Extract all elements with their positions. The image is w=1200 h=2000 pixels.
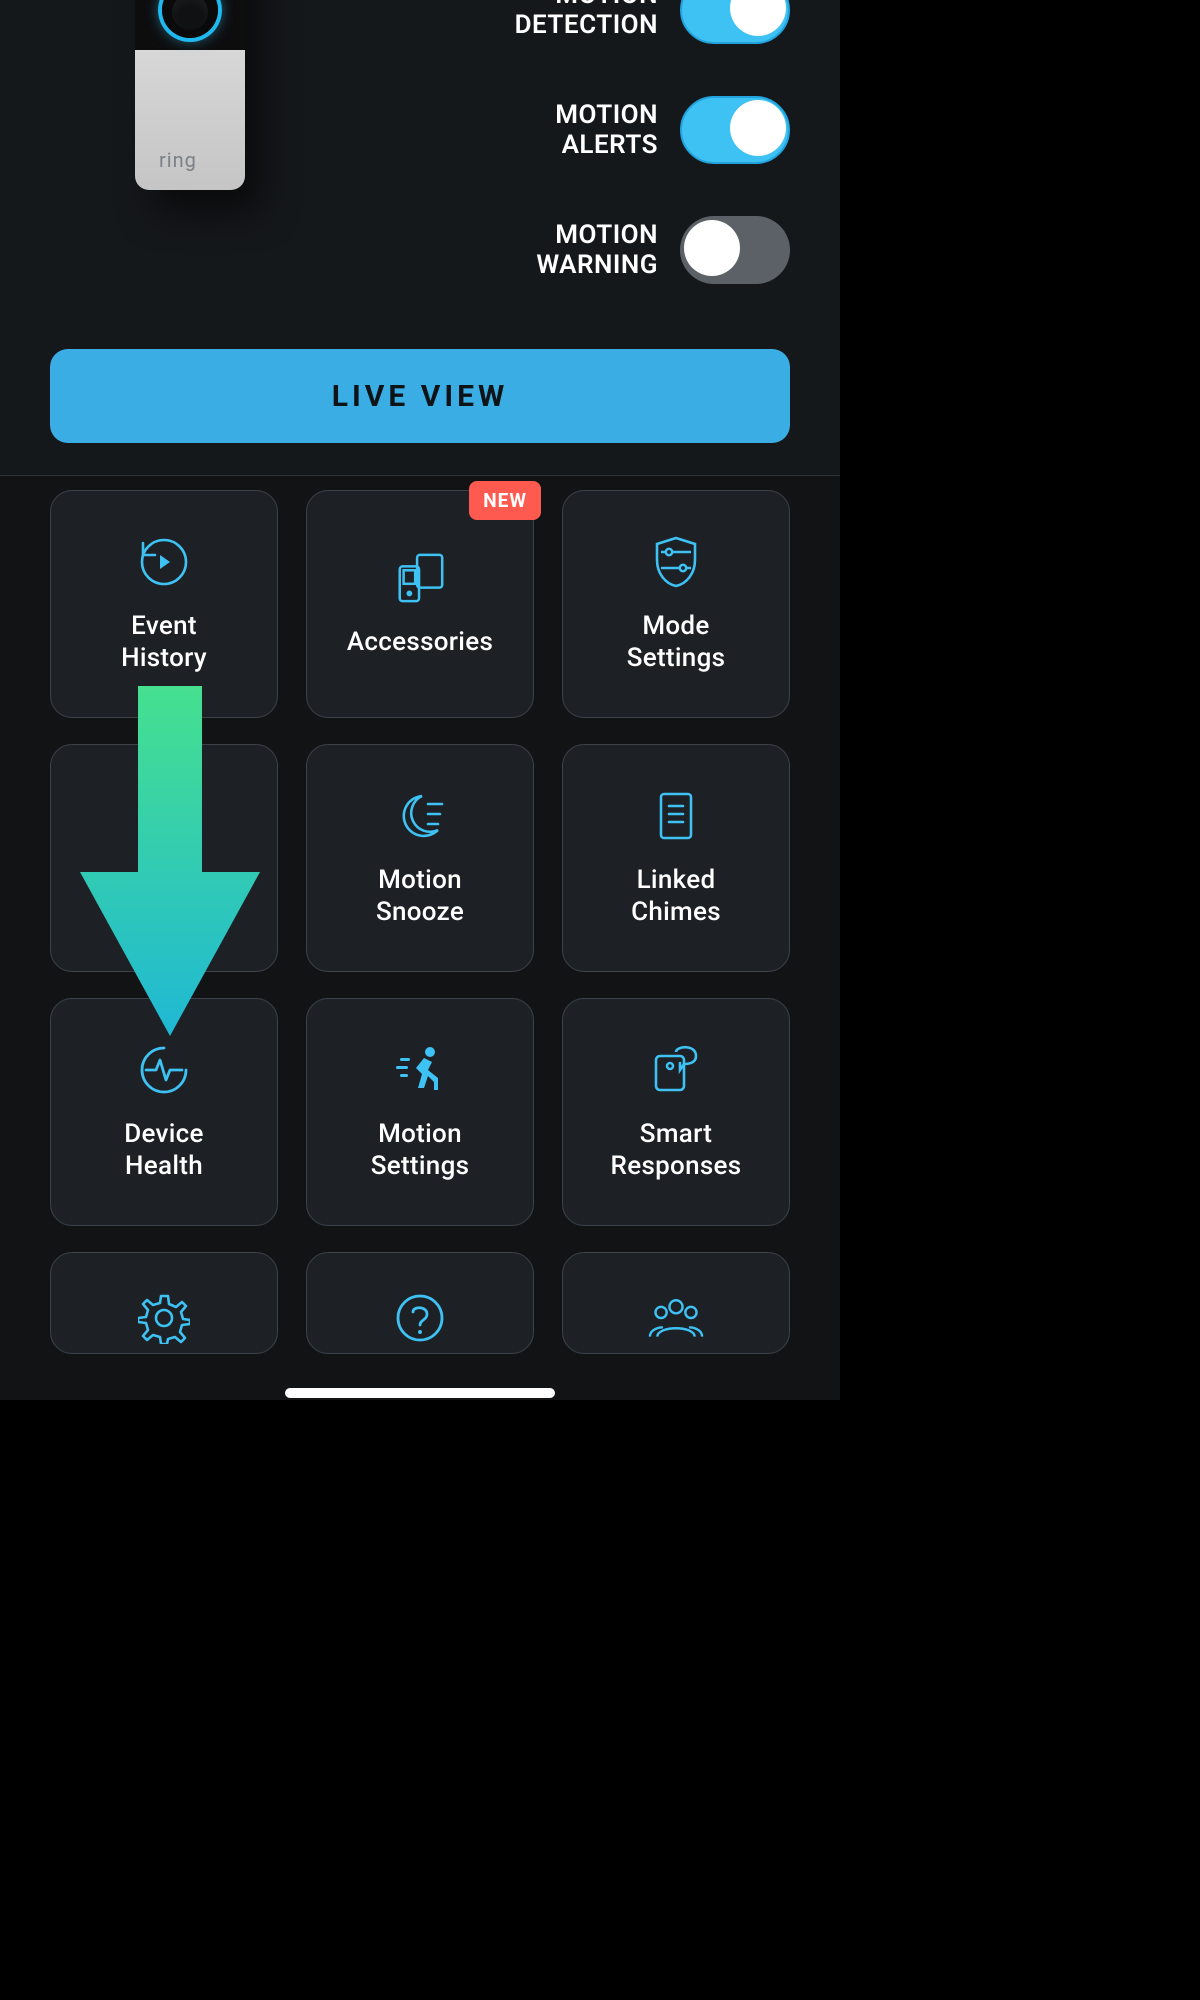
tile-help[interactable] <box>306 1252 534 1354</box>
live-view-button[interactable]: LIVE VIEW <box>50 349 790 443</box>
blank-icon <box>136 820 192 876</box>
toggle-label-line: MOTION <box>555 0 658 10</box>
tile-label: Accessories <box>347 626 493 658</box>
device-illustration: ring <box>110 0 280 200</box>
tile-label: EventHistory <box>121 610 207 674</box>
tiles-grid: EventHistory NEW Accessories <box>50 490 790 1400</box>
shield-icon <box>648 534 704 590</box>
toggle-knob <box>730 100 786 156</box>
tile-hidden[interactable] <box>50 744 278 972</box>
toggle-label: MOTION WARNING <box>536 220 658 280</box>
toggle-motion-detection[interactable] <box>680 0 790 44</box>
tile-smart-responses[interactable]: SmartResponses <box>562 998 790 1226</box>
tile-label: LinkedChimes <box>631 864 721 928</box>
history-icon <box>136 534 192 590</box>
home-indicator <box>285 1388 555 1398</box>
tile-label: DeviceHealth <box>124 1118 204 1182</box>
toggle-list: MOTION DETECTION MOTION ALERTS MOTION WA… <box>450 0 790 346</box>
toggle-motion-warning[interactable] <box>680 216 790 284</box>
toggle-label-line: WARNING <box>536 250 658 280</box>
tile-label: SmartResponses <box>611 1118 742 1182</box>
live-view-label: LIVE VIEW <box>332 379 508 414</box>
tile-shared-users[interactable] <box>562 1252 790 1354</box>
tile-event-history[interactable]: EventHistory <box>50 490 278 718</box>
toggle-label: MOTION DETECTION <box>515 0 658 40</box>
tile-motion-settings[interactable]: MotionSettings <box>306 998 534 1226</box>
help-icon <box>392 1290 448 1346</box>
device-header: ring MOTION DETECTION MOTION ALERTS <box>0 0 840 476</box>
toggle-row-motion-warning: MOTION WARNING <box>450 226 790 274</box>
devices-icon <box>392 550 448 606</box>
tile-label: MotionSettings <box>371 1118 470 1182</box>
toggle-label: MOTION ALERTS <box>555 100 658 160</box>
tile-label: MotionSnooze <box>376 864 464 928</box>
toggle-label-line: DETECTION <box>515 10 658 40</box>
tile-general[interactable] <box>50 1252 278 1354</box>
run-icon <box>392 1042 448 1098</box>
tile-accessories[interactable]: NEW Accessories <box>306 490 534 718</box>
toggle-row-motion-alerts: MOTION ALERTS <box>450 106 790 154</box>
tile-motion-snooze[interactable]: MotionSnooze <box>306 744 534 972</box>
toggle-label-line: MOTION <box>555 220 658 250</box>
new-badge: NEW <box>469 481 541 520</box>
pulse-icon <box>136 1042 192 1098</box>
tile-linked-chimes[interactable]: LinkedChimes <box>562 744 790 972</box>
chat-icon <box>648 1042 704 1098</box>
toggle-label-line: MOTION <box>555 100 658 130</box>
brand-logo: ring <box>159 148 197 172</box>
people-icon <box>648 1290 704 1346</box>
device-screen: ring MOTION DETECTION MOTION ALERTS <box>0 0 840 1400</box>
tile-label: ModeSettings <box>627 610 726 674</box>
toggle-knob <box>730 0 786 36</box>
tile-mode-settings[interactable]: ModeSettings <box>562 490 790 718</box>
moon-icon <box>392 788 448 844</box>
toggle-row-motion-detection: MOTION DETECTION <box>450 0 790 34</box>
tile-device-health[interactable]: DeviceHealth <box>50 998 278 1226</box>
toggle-knob <box>684 220 740 276</box>
toggle-label-line: ALERTS <box>562 130 658 160</box>
toggle-motion-alerts[interactable] <box>680 96 790 164</box>
document-icon <box>648 788 704 844</box>
gear-icon <box>136 1290 192 1346</box>
